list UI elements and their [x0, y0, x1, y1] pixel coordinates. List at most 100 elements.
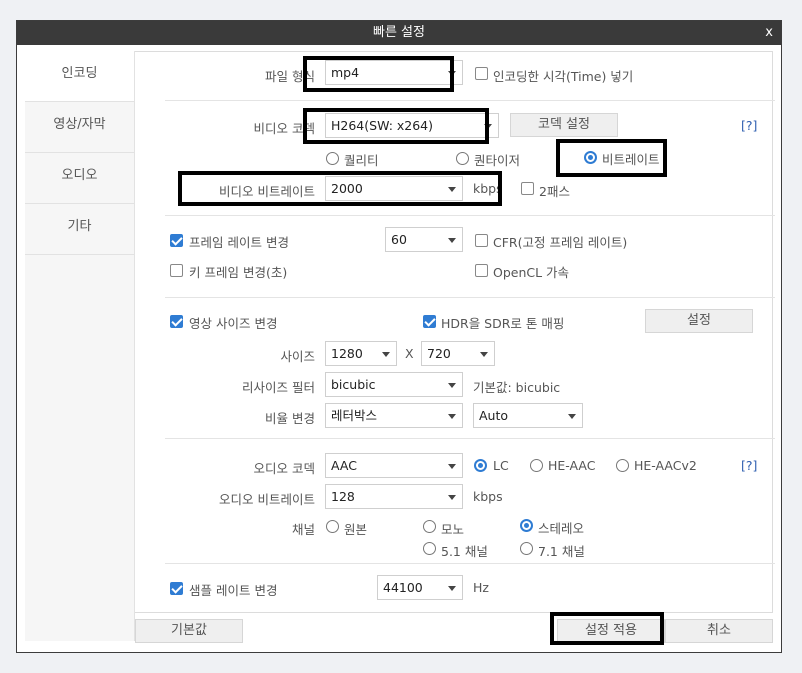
audio-bitrate-select[interactable]: 128 — [325, 484, 463, 509]
channel-original-radio[interactable] — [326, 520, 339, 533]
width-select[interactable]: 1280 — [325, 341, 397, 366]
audio-bitrate-label: 오디오 비트레이트 — [219, 492, 315, 507]
audio-help-link[interactable]: [?] — [741, 458, 757, 473]
opencl-checkbox[interactable] — [475, 264, 488, 277]
sidebar-item-video-subtitle[interactable]: 영상/자막 — [25, 102, 134, 153]
samplerate-unit: Hz — [473, 580, 489, 595]
profile-he-aac-radio[interactable] — [530, 459, 543, 472]
audio-codec-label: 오디오 코덱 — [253, 461, 315, 476]
channel-mono-label: 모노 — [441, 522, 465, 537]
width-value: 1280 — [331, 346, 363, 361]
height-value: 720 — [427, 346, 451, 361]
audio-codec-value: AAC — [331, 458, 357, 473]
fps-select[interactable]: 60 — [385, 227, 463, 252]
samplerate-value: 44100 — [383, 580, 423, 595]
fps-value: 60 — [391, 232, 407, 247]
video-help-link[interactable]: [?] — [741, 118, 757, 133]
mode-quantizer-label: 퀀타이저 — [474, 153, 521, 168]
ratio-mode-value: Auto — [479, 408, 509, 423]
mode-quality-label: 퀄리티 — [344, 153, 379, 168]
channel-stereo-radio[interactable] — [520, 519, 533, 532]
size-label: 사이즈 — [280, 349, 315, 364]
channel-mono-radio[interactable] — [423, 520, 436, 533]
audio-codec-select[interactable]: AAC — [325, 453, 463, 478]
chevron-down-icon — [480, 352, 488, 357]
ratio-label: 비율 변경 — [265, 411, 315, 426]
chevron-down-icon — [448, 586, 456, 591]
highlight-video-codec — [303, 108, 489, 144]
samplerate-select[interactable]: 44100 — [377, 575, 463, 600]
highlight-video-bitrate — [178, 171, 502, 206]
cancel-button[interactable]: 취소 — [665, 619, 773, 643]
hdr-tonemap-checkbox[interactable] — [423, 315, 436, 328]
mode-quality-radio[interactable] — [326, 152, 339, 165]
chevron-down-icon — [448, 238, 456, 243]
hdr-tonemap-label: HDR을 SDR로 톤 매핑 — [441, 316, 565, 331]
default-button[interactable]: 기본값 — [135, 619, 243, 643]
divider — [165, 438, 775, 439]
channel-7-1-label: 7.1 채널 — [538, 544, 585, 559]
highlight-file-format — [303, 56, 454, 92]
profile-he-aacv2-label: HE-AACv2 — [634, 458, 697, 473]
codec-settings-button[interactable]: 코덱 설정 — [510, 113, 618, 137]
ratio-mode-select[interactable]: Auto — [473, 403, 583, 428]
keyframe-label: 키 프레임 변경(초) — [189, 265, 288, 280]
ratio-value: 레터박스 — [331, 408, 378, 423]
divider — [165, 100, 775, 101]
channel-5-1-radio[interactable] — [423, 542, 436, 555]
audio-bitrate-unit: kbps — [473, 489, 503, 504]
size-times: X — [405, 346, 414, 361]
channel-7-1-radio[interactable] — [520, 542, 533, 555]
divider — [165, 297, 775, 298]
audio-bitrate-value: 128 — [331, 489, 355, 504]
two-pass-label: 2패스 — [539, 184, 570, 199]
keyframe-checkbox[interactable] — [170, 264, 183, 277]
channel-stereo-label: 스테레오 — [538, 521, 585, 536]
highlight-bitrate-mode — [556, 139, 667, 177]
height-select[interactable]: 720 — [421, 341, 495, 366]
timestamp-checkbox[interactable] — [475, 67, 488, 80]
resize-change-checkbox[interactable] — [170, 315, 183, 328]
divider — [165, 563, 775, 564]
two-pass-checkbox[interactable] — [521, 182, 534, 195]
chevron-down-icon — [568, 414, 576, 419]
resize-filter-label: 리사이즈 필터 — [242, 380, 315, 395]
samplerate-change-label: 샘플 레이트 변경 — [189, 583, 278, 598]
highlight-apply-button — [550, 612, 664, 645]
mode-quantizer-radio[interactable] — [456, 152, 469, 165]
window-title: 빠른 설정 — [373, 25, 425, 40]
chevron-down-icon — [448, 495, 456, 500]
divider — [165, 215, 775, 216]
cfr-label: CFR(고정 프레임 레이트) — [493, 235, 628, 250]
sidebar-item-encoding[interactable]: 인코딩 — [25, 51, 134, 102]
chevron-down-icon — [448, 464, 456, 469]
title-bar: 빠른 설정 x — [17, 21, 781, 45]
close-icon[interactable]: x — [765, 21, 773, 45]
chevron-down-icon — [448, 383, 456, 388]
resize-filter-value: bicubic — [331, 377, 376, 392]
video-codec-label: 비디오 코덱 — [253, 121, 315, 136]
resize-filter-select[interactable]: bicubic — [325, 372, 463, 397]
resize-change-label: 영상 사이즈 변경 — [189, 316, 278, 331]
profile-he-aacv2-radio[interactable] — [616, 459, 629, 472]
profile-lc-label: LC — [493, 458, 509, 473]
profile-lc-radio[interactable] — [474, 459, 487, 472]
samplerate-change-checkbox[interactable] — [170, 582, 183, 595]
sidebar-item-audio[interactable]: 오디오 — [25, 153, 134, 204]
channel-label: 채널 — [291, 522, 315, 537]
sidebar-item-etc[interactable]: 기타 — [25, 204, 134, 255]
opencl-label: OpenCL 가속 — [493, 265, 570, 280]
channel-5-1-label: 5.1 채널 — [441, 544, 488, 559]
chevron-down-icon — [448, 414, 456, 419]
hdr-settings-button[interactable]: 설정 — [645, 309, 753, 333]
chevron-down-icon — [382, 352, 390, 357]
framerate-change-checkbox[interactable] — [170, 234, 183, 247]
framerate-change-label: 프레임 레이트 변경 — [189, 235, 289, 250]
resize-filter-default: 기본값: bicubic — [473, 380, 561, 395]
sidebar: 인코딩 영상/자막 오디오 기타 — [25, 51, 135, 641]
ratio-select[interactable]: 레터박스 — [325, 403, 463, 428]
file-format-label: 파일 형식 — [265, 69, 315, 84]
profile-he-aac-label: HE-AAC — [548, 458, 596, 473]
channel-original-label: 원본 — [344, 522, 368, 537]
cfr-checkbox[interactable] — [475, 234, 488, 247]
